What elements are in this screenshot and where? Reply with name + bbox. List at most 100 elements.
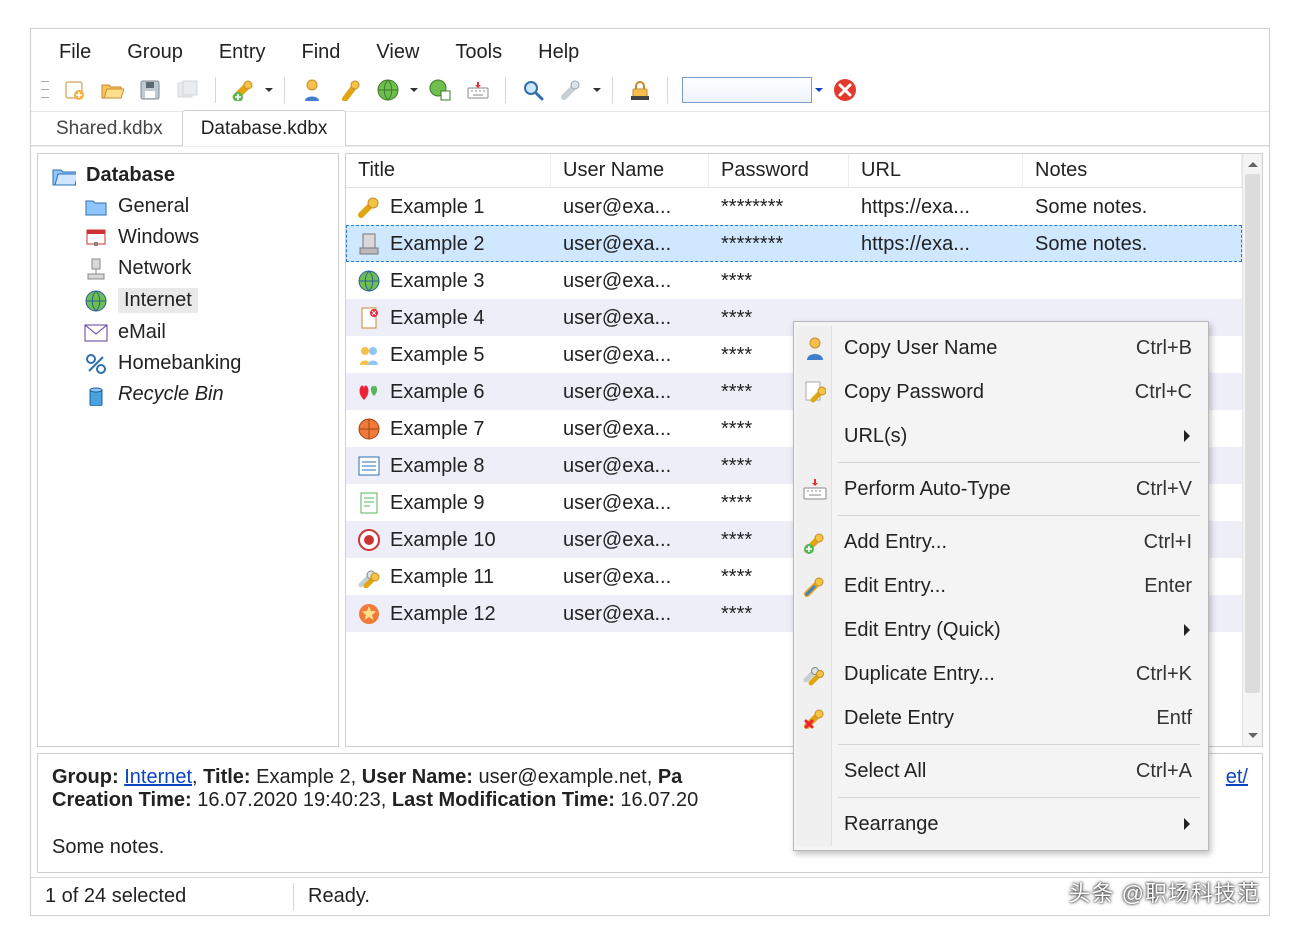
entry-title: Example 6 — [390, 381, 485, 404]
ctx-label: Select All — [844, 760, 1136, 783]
copy-password-button[interactable] — [334, 75, 366, 105]
ctx-duplicate-entry[interactable]: Duplicate Entry...Ctrl+K — [796, 652, 1206, 696]
quick-search-dropdown[interactable] — [812, 84, 826, 96]
menu-separator — [838, 515, 1200, 516]
entry-password: ******** — [709, 196, 849, 219]
ctx-edit-entry-quick[interactable]: Edit Entry (Quick) — [796, 608, 1206, 652]
entry-icon — [358, 307, 380, 329]
entry-row[interactable]: Example 2user@exa...********https://exa.… — [346, 225, 1242, 262]
detail-group-label: Group: — [52, 766, 119, 788]
ctx-shortcut: Entf — [1156, 707, 1192, 730]
vertical-scrollbar[interactable] — [1242, 154, 1262, 746]
entry-row[interactable]: Example 1user@exa...********https://exa.… — [346, 188, 1242, 225]
ctx-copy-user-name[interactable]: Copy User NameCtrl+B — [796, 326, 1206, 370]
folder-icon — [84, 196, 108, 218]
tree-root[interactable]: Database — [38, 160, 338, 191]
find-button[interactable] — [517, 75, 549, 105]
ctx-rearrange[interactable]: Rearrange — [796, 802, 1206, 846]
quick-search-input[interactable] — [682, 77, 812, 103]
menu-view[interactable]: View — [376, 41, 419, 64]
column-notes[interactable]: Notes — [1023, 154, 1242, 187]
ctx-label: Edit Entry... — [844, 575, 1144, 598]
save-all-button[interactable] — [172, 75, 204, 105]
tab-database-kdbx[interactable]: Database.kdbx — [182, 110, 347, 146]
column-user-name[interactable]: User Name — [551, 154, 709, 187]
ctx-label: Duplicate Entry... — [844, 663, 1136, 686]
copy-user-button[interactable] — [296, 75, 328, 105]
ctx-url-s[interactable]: URL(s) — [796, 414, 1206, 458]
column-headers[interactable]: TitleUser NamePasswordURLNotes — [346, 154, 1242, 188]
ctx-copy-password[interactable]: Copy PasswordCtrl+C — [796, 370, 1206, 414]
add-entry-dropdown[interactable] — [262, 84, 276, 96]
scroll-up-button[interactable] — [1243, 154, 1262, 174]
tree-item-windows[interactable]: Windows — [38, 222, 338, 253]
status-selection: 1 of 24 selected — [31, 885, 293, 908]
entry-icon — [358, 418, 380, 440]
ctx-edit-entry[interactable]: Edit Entry...Enter — [796, 564, 1206, 608]
open-url-dropdown[interactable] — [407, 84, 421, 96]
lock-button[interactable] — [624, 75, 656, 105]
ctx-perform-auto-type[interactable]: Perform Auto-TypeCtrl+V — [796, 467, 1206, 511]
keydel-icon — [802, 705, 828, 731]
menu-tools[interactable]: Tools — [455, 41, 502, 64]
detail-group-link[interactable]: Internet — [124, 766, 192, 788]
add-entry-button[interactable] — [227, 75, 259, 105]
entry-user: user@exa... — [551, 196, 709, 219]
show-entries-dropdown[interactable] — [590, 84, 604, 96]
person-icon — [802, 335, 828, 361]
menu-find[interactable]: Find — [302, 41, 341, 64]
ctx-label: Perform Auto-Type — [844, 478, 1136, 501]
entry-user: user@exa... — [551, 381, 709, 404]
open-url-button[interactable] — [372, 75, 404, 105]
detail-mod-label: Last Modification Time: — [392, 789, 615, 811]
context-menu[interactable]: Copy User NameCtrl+BCopy PasswordCtrl+CU… — [793, 321, 1209, 851]
entry-title: Example 10 — [390, 529, 496, 552]
tree-item-recycle-bin[interactable]: Recycle Bin — [38, 379, 338, 410]
submenu-arrow-icon — [1184, 818, 1196, 830]
tree-item-email[interactable]: eMail — [38, 317, 338, 348]
group-tree[interactable]: DatabaseGeneralWindowsNetworkInterneteMa… — [37, 153, 339, 747]
close-button[interactable] — [829, 75, 861, 105]
menu-file[interactable]: File — [59, 41, 91, 64]
ctx-select-all[interactable]: Select AllCtrl+A — [796, 749, 1206, 793]
entry-url: https://exa... — [849, 233, 1023, 256]
menu-help[interactable]: Help — [538, 41, 579, 64]
globe-icon — [84, 290, 108, 312]
ctx-label: Rearrange — [844, 813, 1184, 836]
detail-mod-value: 16.07.20 — [620, 789, 698, 811]
keyv-icon — [802, 379, 828, 405]
tree-item-general[interactable]: General — [38, 191, 338, 222]
tree-item-homebanking[interactable]: Homebanking — [38, 348, 338, 379]
entry-title: Example 4 — [390, 307, 485, 330]
column-url[interactable]: URL — [849, 154, 1023, 187]
entry-row[interactable]: Example 3user@exa...**** — [346, 262, 1242, 299]
submenu-arrow-icon — [1184, 624, 1196, 636]
entry-title: Example 12 — [390, 603, 496, 626]
tree-item-internet[interactable]: Internet — [38, 284, 338, 317]
detail-suffix-link[interactable]: et/ — [1226, 766, 1248, 789]
menu-separator — [838, 797, 1200, 798]
menubar: File Group Entry Find View Tools Help — [31, 29, 1269, 72]
menu-entry[interactable]: Entry — [219, 41, 266, 64]
tab-shared-kdbx[interactable]: Shared.kdbx — [37, 110, 182, 146]
save-db-button[interactable] — [134, 75, 166, 105]
column-title[interactable]: Title — [346, 154, 551, 187]
entry-user: user@exa... — [551, 529, 709, 552]
scroll-down-button[interactable] — [1243, 726, 1262, 746]
entry-title: Example 11 — [390, 566, 494, 589]
autotype-button[interactable] — [462, 75, 494, 105]
column-password[interactable]: Password — [709, 154, 849, 187]
entry-url: https://exa... — [849, 196, 1023, 219]
show-entries-button[interactable] — [555, 75, 587, 105]
ctx-add-entry[interactable]: Add Entry...Ctrl+I — [796, 520, 1206, 564]
status-bar: 1 of 24 selected Ready. — [31, 877, 1269, 915]
open-db-button[interactable] — [96, 75, 128, 105]
entry-icon — [358, 381, 380, 403]
tree-item-network[interactable]: Network — [38, 253, 338, 284]
scroll-thumb[interactable] — [1245, 174, 1260, 693]
menu-group[interactable]: Group — [127, 41, 183, 64]
new-db-button[interactable] — [58, 75, 90, 105]
ctx-delete-entry[interactable]: Delete EntryEntf — [796, 696, 1206, 740]
copy-url-button[interactable] — [424, 75, 456, 105]
detail-title-value: Example 2 — [256, 766, 351, 788]
